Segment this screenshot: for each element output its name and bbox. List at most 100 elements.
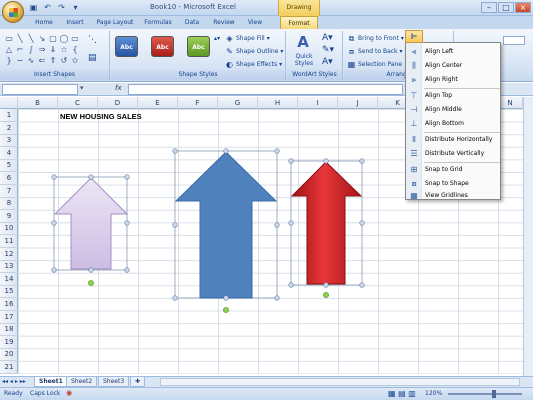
tab-review[interactable]: Review — [210, 16, 238, 29]
menu-item-view-gridlines[interactable]: ▦ View Gridlines — [406, 189, 502, 202]
menu-item-align-middle[interactable]: ⊣ Align Middle — [406, 103, 502, 116]
sheet-tab[interactable]: Sheet2 — [66, 377, 98, 387]
undo-icon[interactable]: ↶ — [42, 2, 53, 13]
edit-shape-icon[interactable]: ⋱ — [88, 35, 97, 45]
gallery-scroll-icon[interactable]: ▴▾ — [214, 35, 220, 42]
blue-up-arrow-shape[interactable] — [172, 148, 280, 313]
minimize-icon[interactable]: – — [481, 2, 497, 13]
star-shape-icon[interactable]: ☆ — [59, 45, 69, 55]
quick-styles-label[interactable]: Quick Styles — [289, 53, 319, 67]
shape-style-blue[interactable]: Abc — [115, 36, 138, 57]
sheet-tab[interactable]: Sheet1 — [34, 377, 68, 387]
line-shape-icon[interactable]: ╲ — [15, 34, 25, 44]
tab-formulas[interactable]: Formulas — [141, 16, 175, 29]
status-ready: Ready — [4, 390, 23, 397]
view-buttons-icons[interactable]: ▦ ▤ ▥ — [388, 389, 416, 398]
curve-connector-icon[interactable]: ∫ — [26, 45, 36, 55]
menu-item-align-top[interactable]: ⊤ Align Top — [406, 89, 502, 102]
shape-style-red[interactable]: Abc — [151, 36, 174, 57]
window-title: Book10 - Microsoft Excel — [150, 3, 236, 11]
triangle-shape-icon[interactable]: △ — [4, 45, 14, 55]
zoom-slider-thumb[interactable] — [492, 390, 496, 398]
text-effects-icon[interactable]: A▾ — [322, 57, 333, 67]
tab-view[interactable]: View — [244, 16, 266, 29]
tab-home[interactable]: Home — [30, 16, 58, 29]
distribute-horizontal-icon: ⦀ — [412, 135, 416, 144]
zoom-level[interactable]: 120% — [425, 390, 442, 397]
text-box-icon[interactable]: ▤ — [88, 53, 97, 63]
menu-item-align-left[interactable]: ⫷ Align Left — [406, 45, 502, 58]
quick-styles-icon[interactable]: A — [293, 33, 313, 51]
sheet-tab[interactable]: Sheet3 — [98, 377, 130, 387]
send-to-back-icon: ⧈ — [348, 47, 355, 56]
align-button[interactable]: ⊫ — [405, 30, 423, 43]
vertical-scrollbar[interactable] — [523, 97, 533, 377]
menu-item-snap-to-grid[interactable]: ⊞ Snap to Grid — [406, 163, 502, 176]
align-bottom-icon: ⊥ — [410, 119, 418, 128]
horizontal-scrollbar[interactable] — [160, 378, 520, 386]
menu-item-align-center[interactable]: ⫼ Align Center — [406, 59, 502, 72]
send-to-back-button[interactable]: ⧈ Send to Back ▾ — [347, 47, 403, 56]
text-fill-icon[interactable]: A▾ — [322, 33, 333, 43]
curved-arrow-shape-icon[interactable]: ↺ — [59, 56, 69, 66]
shape-height-field[interactable] — [503, 36, 525, 45]
formula-input[interactable] — [128, 84, 403, 95]
group-shape-styles: Abc Abc Abc ▴▾ ◈ Shape Fill ▾ ✎ Shape Outli… — [111, 31, 286, 80]
align-middle-icon: ⊣ — [410, 105, 418, 114]
shape-fill-button[interactable]: ◈ Shape Fill ▾ — [225, 34, 269, 43]
insert-sheet-icon[interactable]: ✚ — [130, 377, 146, 387]
zoom-slider[interactable] — [448, 393, 522, 395]
oval-shape-icon[interactable]: ◯ — [59, 34, 69, 44]
macro-record-icon[interactable]: ◉ — [66, 389, 72, 397]
close-icon[interactable]: × — [515, 2, 531, 13]
brace-shape-icon[interactable]: { — [70, 45, 80, 55]
menu-item-align-right[interactable]: ⫸ Align Right — [406, 73, 502, 86]
bring-to-front-button[interactable]: ⧉ Bring to Front ▾ — [347, 34, 404, 43]
sheet-nav-icons[interactable]: ◂◂ ◂ ▸ ▸▸ — [2, 377, 26, 387]
group-wordart-styles: A Quick Styles A▾ ✎▾ A▾ WordArt Styles — [287, 31, 343, 80]
text-outline-icon[interactable]: ✎▾ — [322, 45, 334, 55]
tab-insert[interactable]: Insert — [62, 16, 88, 29]
shape-style-green[interactable]: Abc — [187, 36, 210, 57]
elbow-connector-icon[interactable]: ⌐ — [15, 45, 25, 55]
rectangle-shape-icon[interactable]: ▭ — [70, 34, 80, 44]
align-top-icon: ⊤ — [410, 91, 418, 100]
menu-item-distribute-vertically[interactable]: ☰ Distribute Vertically — [406, 147, 502, 160]
shape-outline-button[interactable]: ✎ Shape Outline ▾ — [225, 47, 283, 56]
right-arrow-shape-icon[interactable]: ⇒ — [37, 45, 47, 55]
menu-item-align-bottom[interactable]: ⊥ Align Bottom — [406, 117, 502, 130]
purple-up-arrow-shape[interactable] — [51, 174, 130, 286]
name-box[interactable] — [2, 84, 78, 95]
selection-pane-button[interactable]: ▦ Selection Pane — [347, 60, 402, 69]
insert-function-icon[interactable]: fx — [115, 84, 122, 92]
brace-shape-icon[interactable]: } — [4, 56, 14, 66]
group-label-wordart-styles: WordArt Styles — [287, 70, 342, 80]
down-arrow-shape-icon[interactable]: ⇓ — [48, 45, 58, 55]
line-shape-icon[interactable]: ╲ — [26, 34, 36, 44]
rectangle-shape-icon[interactable]: ▭ — [4, 34, 14, 44]
status-bar: Ready Caps Lock ◉ ▦ ▤ ▥ 120% — [0, 387, 533, 400]
star-shape-icon[interactable]: ✩ — [70, 56, 80, 66]
name-box-dropdown-icon[interactable]: ▾ — [80, 84, 84, 92]
snap-to-grid-icon: ⊞ — [410, 165, 418, 174]
redo-icon[interactable]: ↷ — [56, 2, 67, 13]
maximize-icon[interactable]: □ — [498, 2, 514, 13]
view-gridlines-icon: ▦ — [410, 191, 418, 200]
tab-page-layout[interactable]: Page Layout — [93, 16, 137, 29]
tab-format[interactable]: Format — [280, 16, 318, 29]
curve-shape-icon[interactable]: ∽ — [15, 56, 25, 66]
office-button[interactable] — [2, 1, 24, 23]
arrow-line-shape-icon[interactable]: ↘ — [37, 34, 47, 44]
up-arrow-shape-icon[interactable]: ⇑ — [48, 56, 58, 66]
status-caps-lock: Caps Lock — [30, 390, 61, 397]
left-arrow-shape-icon[interactable]: ⇐ — [37, 56, 47, 66]
group-label-shape-styles: Shape Styles — [111, 70, 285, 80]
red-up-arrow-shape[interactable] — [288, 158, 365, 298]
freeform-shape-icon[interactable]: ∿ — [26, 56, 36, 66]
tab-data[interactable]: Data — [181, 16, 203, 29]
qat-dropdown-icon[interactable]: ▾ — [70, 2, 81, 13]
save-icon[interactable]: ▣ — [28, 2, 39, 13]
rounded-rect-shape-icon[interactable]: ▢ — [48, 34, 58, 44]
menu-item-distribute-horizontally[interactable]: ⦀ Distribute Horizontally — [406, 133, 502, 146]
shape-effects-button[interactable]: ◐ Shape Effects ▾ — [225, 60, 282, 69]
